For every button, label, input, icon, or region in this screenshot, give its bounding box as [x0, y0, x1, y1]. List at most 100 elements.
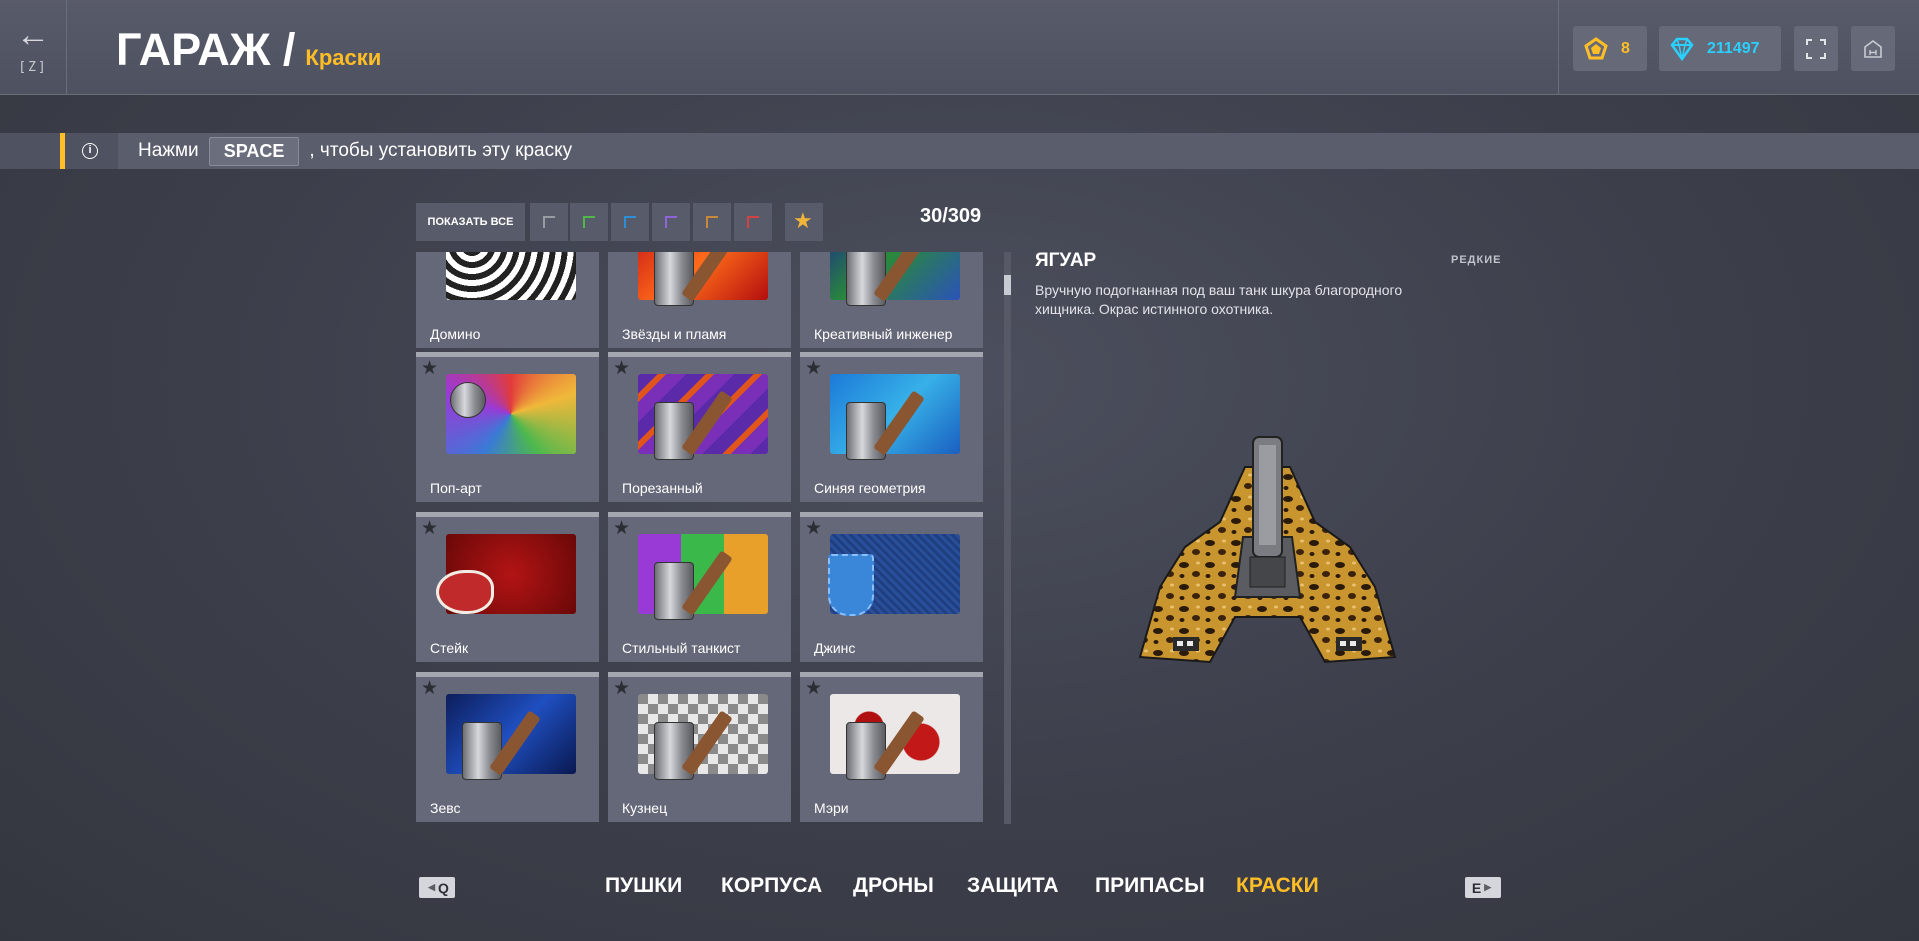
rank-value: 8	[1621, 39, 1630, 57]
back-button[interactable]: ← [Z]	[0, 0, 67, 95]
card-top-line	[800, 352, 983, 357]
back-shortcut-key: [Z]	[18, 60, 48, 75]
pocket-icon	[828, 554, 874, 616]
star-icon: ★	[805, 358, 823, 379]
filter-artefact[interactable]	[734, 203, 772, 241]
nav-tab-supplies[interactable]: ПРИПАСЫ	[1095, 874, 1205, 898]
paint-label: Мэри	[814, 800, 849, 816]
star-icon: ★	[805, 518, 823, 539]
corner-icon	[706, 216, 718, 228]
nav-tab-turrets[interactable]: ПУШКИ	[605, 874, 682, 898]
paint-card[interactable]: ★ Джинс	[800, 512, 983, 662]
paint-label: Кузнец	[622, 800, 668, 816]
paint-card[interactable]: ★ Мэри	[800, 672, 983, 822]
paint-card[interactable]: ★ Стейк	[416, 512, 599, 662]
corner-icon	[747, 216, 759, 228]
steak-icon	[436, 570, 494, 614]
spray-gun-icon	[450, 382, 486, 418]
paint-label: Синяя геометрия	[814, 480, 926, 496]
arrow-left-icon: ←	[16, 16, 50, 54]
card-top-line	[416, 512, 599, 517]
star-icon: ★	[805, 678, 823, 699]
corner-icon	[583, 216, 595, 228]
grid-scrollbar-thumb[interactable]	[1004, 275, 1011, 295]
card-top-line	[416, 672, 599, 677]
corner-icon	[624, 216, 636, 228]
hint-suffix: , чтобы установить эту краску	[309, 140, 573, 161]
paint-card[interactable]: ★ Порезанный	[608, 352, 791, 502]
filter-featured[interactable]: ★	[785, 203, 823, 241]
star-icon: ★	[793, 208, 813, 233]
hint-key-badge: SPACE	[208, 136, 300, 166]
paint-card[interactable]: ★ Поп-арт	[416, 352, 599, 502]
prev-key-label: Q	[438, 879, 449, 896]
filter-rare[interactable]	[611, 203, 649, 241]
show-all-button[interactable]: ПОКАЗАТЬ ВСЕ	[416, 203, 525, 241]
crystals-display[interactable]: 211497	[1659, 26, 1781, 71]
garage-icon	[1864, 39, 1882, 58]
rank-display[interactable]: 8	[1573, 26, 1647, 71]
card-top-line	[608, 512, 791, 517]
paint-label: Звёзды и пламя	[622, 326, 727, 342]
paint-label: Зевс	[430, 800, 461, 816]
next-category-key[interactable]: E ▶	[1465, 877, 1501, 898]
star-icon: ★	[421, 518, 439, 539]
rank-icon	[1584, 36, 1608, 59]
hint-bar: i Нажми SPACE , чтобы установить эту кра…	[0, 133, 1919, 169]
star-icon: ★	[421, 678, 439, 699]
next-key-label: E	[1471, 879, 1482, 896]
top-bar: ← [Z] ГАРАЖ / Краски 8 211497	[0, 0, 1919, 95]
grid-scrollbar[interactable]	[1004, 252, 1011, 824]
items-count: 30/309	[920, 205, 982, 227]
filter-common[interactable]	[530, 203, 568, 241]
info-icon: i	[82, 143, 98, 159]
crystals-value: 211497	[1707, 39, 1760, 57]
paint-label: Креативный инженер	[814, 326, 953, 342]
nav-tab-drones[interactable]: ДРОНЫ	[853, 874, 934, 898]
card-top-line	[800, 672, 983, 677]
paint-label: Порезанный	[622, 480, 703, 496]
page-title-main: ГАРАЖ /	[116, 24, 296, 75]
prev-category-key[interactable]: ◀ Q	[419, 877, 455, 898]
star-icon: ★	[613, 358, 631, 379]
star-icon: ★	[421, 358, 439, 379]
hint-accent	[60, 133, 65, 169]
paint-label: Джинс	[814, 640, 856, 656]
nav-tab-hulls[interactable]: КОРПУСА	[721, 874, 822, 898]
nav-tab-paints[interactable]: КРАСКИ	[1236, 874, 1319, 898]
page-title-sub: Краски	[305, 45, 382, 70]
rarity-label: РЕДКИЕ	[1451, 254, 1502, 266]
nav-tab-protection[interactable]: ЗАЩИТА	[967, 874, 1059, 898]
card-top-line	[608, 352, 791, 357]
triangle-left-icon: ◀	[428, 882, 436, 892]
paint-card[interactable]: ★ Стильный танкист	[608, 512, 791, 662]
paint-label: Домино	[430, 326, 481, 342]
page-title: ГАРАЖ / Краски	[116, 24, 381, 76]
crystal-icon	[1670, 37, 1694, 61]
corner-icon	[543, 216, 555, 228]
tank-preview[interactable]	[1125, 427, 1410, 669]
hint-message: Нажми SPACE , чтобы установить эту краск…	[118, 133, 1919, 169]
card-top-line	[416, 352, 599, 357]
paint-card[interactable]: Креативный инженер	[800, 252, 983, 348]
filter-legendary[interactable]	[693, 203, 731, 241]
fullscreen-button[interactable]	[1794, 26, 1838, 71]
card-top-line	[800, 512, 983, 517]
corner-icon	[665, 216, 677, 228]
filter-epic[interactable]	[652, 203, 690, 241]
filter-uncommon[interactable]	[570, 203, 608, 241]
paint-label: Стейк	[430, 640, 469, 656]
paint-label: Поп-арт	[430, 480, 482, 496]
paint-label: Стильный танкист	[622, 640, 741, 656]
paint-card[interactable]: ★ Синяя геометрия	[800, 352, 983, 502]
star-icon: ★	[613, 518, 631, 539]
paint-card[interactable]: ★ Кузнец	[608, 672, 791, 822]
paint-card[interactable]: Домино	[416, 252, 599, 348]
header-right-panel: 8 211497	[1558, 0, 1919, 95]
garage-home-button[interactable]	[1851, 26, 1895, 71]
paint-card[interactable]: Звёзды и пламя	[608, 252, 791, 348]
paint-card[interactable]: ★ Зевс	[416, 672, 599, 822]
triangle-right-icon: ▶	[1484, 882, 1492, 892]
card-top-line	[608, 672, 791, 677]
hint-prefix: Нажми	[138, 140, 199, 161]
